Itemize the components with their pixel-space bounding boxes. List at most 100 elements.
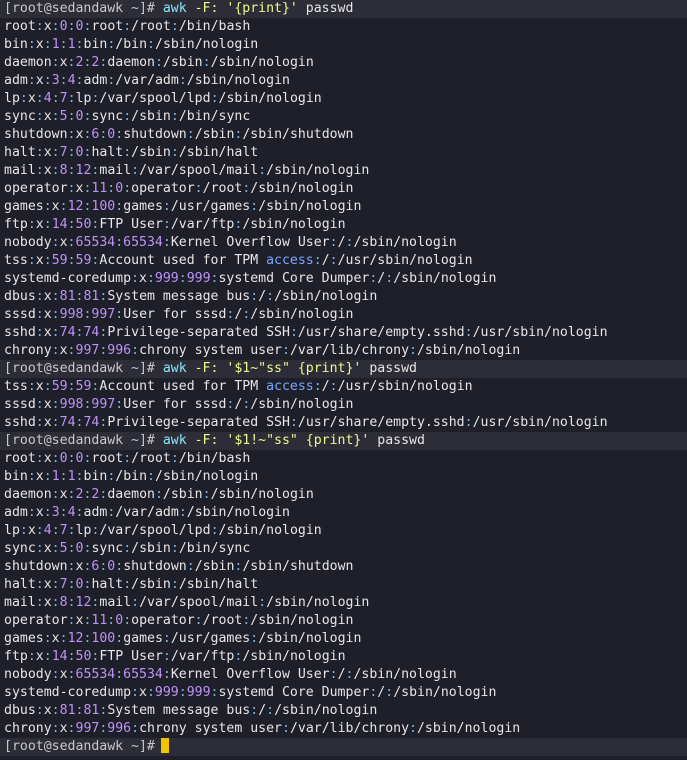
- numeric-field: 997: [75, 721, 100, 736]
- command-flag: -F:: [194, 361, 219, 376]
- text-field: x: [43, 163, 52, 178]
- prompt: [root@sedandawk ~]#: [4, 361, 155, 376]
- field-separator: :: [51, 307, 60, 322]
- prompt: [root@sedandawk ~]#: [4, 739, 155, 754]
- field-separator: :: [35, 325, 44, 340]
- text-field: x: [139, 271, 147, 286]
- field-separator: :: [67, 145, 76, 160]
- field-separator: :: [385, 271, 394, 286]
- numeric-field: 997: [91, 397, 116, 412]
- field-separator: :: [281, 721, 290, 736]
- text-field: chrony system user: [139, 343, 282, 358]
- text-field: x: [35, 469, 44, 484]
- text-field: tss: [4, 379, 28, 394]
- numeric-field: 4: [43, 91, 52, 106]
- text-field: sshd: [4, 415, 36, 430]
- text-field: chrony: [4, 343, 52, 358]
- field-separator: :: [27, 37, 36, 52]
- text-field: Privilege-separated SSH: [107, 415, 290, 430]
- field-separator: :: [35, 451, 44, 466]
- field-separator: :: [313, 253, 322, 268]
- text-field: /sbin: [131, 541, 171, 556]
- awk-program: '$1!~"ss" {print}': [226, 433, 370, 448]
- text-field: /var/spool/lpd: [99, 523, 211, 538]
- text-field: /sbin: [131, 145, 171, 160]
- field-separator: :: [67, 451, 76, 466]
- field-separator: :: [162, 649, 171, 664]
- output-line: mail:x:8:12:mail:/var/spool/mail:/sbin/n…: [0, 162, 687, 180]
- text-field: bin: [83, 469, 108, 484]
- active-prompt-line[interactable]: [root@sedandawk ~]#: [0, 738, 687, 756]
- text-field: Kernel Overflow User: [170, 235, 330, 250]
- numeric-field: 59: [51, 379, 68, 394]
- text-field: /bin/bash: [178, 19, 251, 34]
- text-field: /usr/share/empty.sshd: [297, 325, 465, 340]
- text-field: /bin/sync: [178, 541, 251, 556]
- field-separator: :: [329, 253, 338, 268]
- command-name: awk: [162, 361, 187, 376]
- output-line: games:x:12:100:games:/usr/games:/sbin/no…: [0, 630, 687, 648]
- numeric-field: 7: [59, 523, 68, 538]
- text-field: /root: [131, 451, 171, 466]
- text-field: x: [51, 199, 60, 214]
- text-field: mail: [99, 163, 132, 178]
- field-separator: :: [115, 667, 124, 682]
- field-separator: :: [170, 577, 179, 592]
- field-separator: :: [35, 109, 44, 124]
- text-field: /sbin/nologin: [353, 235, 457, 250]
- text-field: sync: [4, 541, 36, 556]
- text-field: /usr/games: [170, 631, 251, 646]
- terminal-window[interactable]: [root@sedandawk ~]# awk -F: '{print}' pa…: [0, 0, 687, 756]
- text-field: x: [43, 703, 52, 718]
- text-field: adm: [83, 505, 108, 520]
- text-field: /sbin/halt: [178, 145, 259, 160]
- text-field: x: [35, 37, 44, 52]
- text-field: /usr/sbin/nologin: [472, 415, 608, 430]
- numeric-field: 1: [67, 469, 76, 484]
- text-field: shutdown: [123, 127, 187, 142]
- numeric-field: 4: [67, 73, 76, 88]
- text-field: /var/adm: [115, 73, 179, 88]
- field-separator: :: [67, 721, 76, 736]
- text-field: x: [43, 109, 52, 124]
- field-separator: :: [250, 199, 259, 214]
- text-field: shutdown: [123, 559, 187, 574]
- text-field: User for sssd: [123, 307, 227, 322]
- text-field: lp: [75, 91, 92, 106]
- field-separator: :: [67, 91, 76, 106]
- text-field: bin: [83, 37, 108, 52]
- field-separator: :: [27, 217, 36, 232]
- text-field: x: [59, 55, 68, 70]
- field-separator: :: [59, 73, 68, 88]
- text-field: tss: [4, 253, 28, 268]
- field-separator: :: [250, 703, 259, 718]
- text-field: mail: [99, 595, 132, 610]
- output-line: shutdown:x:6:0:shutdown:/sbin:/sbin/shut…: [0, 126, 687, 144]
- field-separator: :: [51, 343, 60, 358]
- text-field: /sbin/nologin: [416, 343, 521, 358]
- field-separator: :: [67, 343, 76, 358]
- field-separator: :: [178, 685, 187, 700]
- field-separator: :: [266, 703, 275, 718]
- file-argument: passwd: [369, 361, 417, 376]
- field-separator: :: [35, 577, 44, 592]
- text-field: x: [59, 343, 68, 358]
- numeric-field: 7: [59, 577, 68, 592]
- field-separator: :: [115, 631, 124, 646]
- text-field: /: [321, 253, 330, 268]
- numeric-field: 0: [59, 451, 68, 466]
- text-field: games: [4, 631, 44, 646]
- text-field: x: [51, 631, 60, 646]
- numeric-field: 5: [59, 109, 68, 124]
- text-field: /usr/games: [170, 199, 251, 214]
- text-field: /: [258, 289, 267, 304]
- text-field: /sbin/nologin: [274, 289, 378, 304]
- text-field: games: [123, 199, 163, 214]
- numeric-field: 65534: [123, 667, 163, 682]
- field-separator: :: [51, 19, 60, 34]
- field-separator: :: [154, 55, 163, 70]
- field-separator: :: [59, 199, 68, 214]
- output-line: chrony:x:997:996:chrony system user:/var…: [0, 720, 687, 738]
- field-separator: :: [464, 325, 473, 340]
- field-separator: :: [329, 667, 338, 682]
